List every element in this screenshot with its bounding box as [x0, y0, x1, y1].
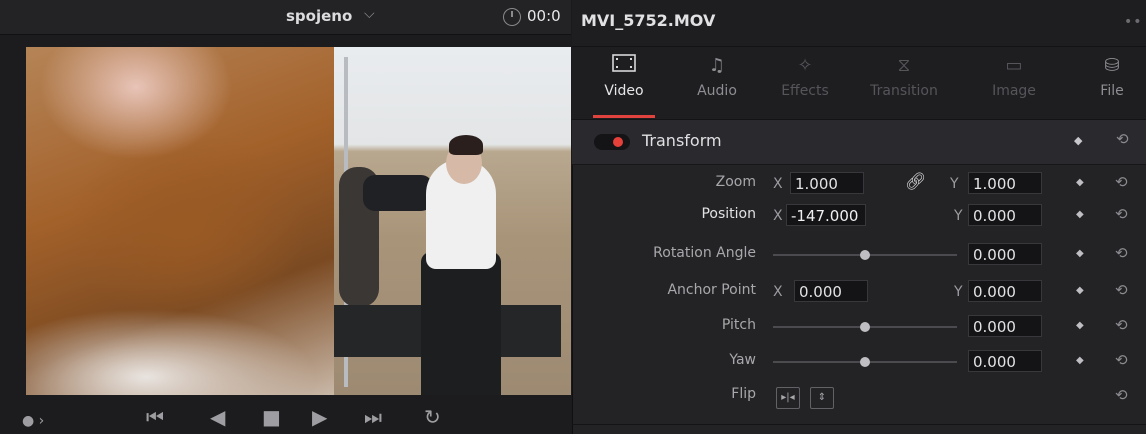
- play-icon[interactable]: ▶: [312, 405, 327, 429]
- link-icon[interactable]: 🔗︎: [905, 172, 927, 192]
- tab-file[interactable]: ⛁ File: [1086, 53, 1138, 99]
- keyframe-diamond-icon[interactable]: ◆: [1076, 209, 1084, 220]
- tab-label: Effects: [781, 83, 829, 99]
- yaw-label: Yaw: [729, 352, 756, 368]
- magic-wand-icon: ✧: [797, 55, 813, 76]
- anchor-y-axis-label: Y: [954, 284, 963, 300]
- tab-label: Audio: [697, 83, 737, 99]
- playhead-dot-icon[interactable]: ● ›: [22, 409, 44, 433]
- tab-effects[interactable]: ✧ Effects: [770, 53, 840, 99]
- tab-image[interactable]: ▭ Image: [979, 53, 1049, 99]
- loop-icon[interactable]: ↻: [424, 405, 441, 429]
- flip-horizontal-button[interactable]: ▸|◂: [776, 387, 800, 409]
- reset-icon[interactable]: ⟲: [1115, 205, 1128, 223]
- timeline-name[interactable]: spojeno: [286, 7, 352, 25]
- music-note-icon: ♫: [708, 55, 726, 76]
- reset-icon[interactable]: ⟲: [1115, 386, 1128, 404]
- frame-hair: [449, 135, 483, 155]
- position-y-axis-label: Y: [954, 208, 963, 224]
- section-divider: [572, 424, 1146, 425]
- jump-to-start-icon[interactable]: ⏮: [146, 405, 164, 429]
- pitch-slider-handle[interactable]: [860, 322, 870, 332]
- clock-icon: [503, 8, 521, 26]
- reset-icon[interactable]: ⟲: [1115, 316, 1128, 334]
- file-icon: ⛁: [1104, 55, 1120, 76]
- yaw-slider-handle[interactable]: [860, 357, 870, 367]
- clip-name: MVI_5752.MOV: [581, 11, 716, 30]
- rotation-angle-field[interactable]: 0.000: [968, 243, 1042, 265]
- anchor-y-field[interactable]: 0.000: [968, 280, 1042, 302]
- frame-dryer: [363, 175, 433, 211]
- zoom-y-field[interactable]: 1.000: [968, 172, 1042, 194]
- tab-label: Video: [604, 83, 644, 99]
- zoom-x-field[interactable]: 1.000: [790, 172, 864, 194]
- zoom-label: Zoom: [715, 174, 756, 190]
- tab-video[interactable]: Video: [589, 53, 659, 99]
- play-reverse-icon[interactable]: ◀: [210, 405, 225, 429]
- rotation-angle-label: Rotation Angle: [653, 245, 756, 261]
- transition-icon: ⧖: [897, 55, 911, 76]
- anchor-x-axis-label: X: [773, 284, 783, 300]
- tab-label: Transition: [870, 83, 938, 99]
- zoom-y-axis-label: Y: [950, 176, 959, 192]
- video-preview: [26, 47, 571, 395]
- keyframe-diamond-icon[interactable]: ◆: [1076, 177, 1084, 188]
- active-tab-indicator: [593, 115, 655, 118]
- keyframe-diamond-icon[interactable]: ◆: [1076, 248, 1084, 259]
- rotation-slider-handle[interactable]: [860, 250, 870, 260]
- position-x-field[interactable]: -147.000: [786, 204, 866, 226]
- position-y-field[interactable]: 0.000: [968, 204, 1042, 226]
- more-options-icon[interactable]: ••: [1124, 14, 1143, 30]
- reset-icon[interactable]: ⟲: [1115, 281, 1128, 299]
- flip-label: Flip: [731, 386, 756, 402]
- position-x-axis-label: X: [773, 208, 783, 224]
- keyframe-diamond-icon[interactable]: ◆: [1076, 285, 1084, 296]
- pitch-label: Pitch: [721, 317, 756, 333]
- transport-bar: [0, 400, 571, 434]
- reset-icon[interactable]: ⟲: [1115, 173, 1128, 191]
- flip-vertical-button[interactable]: ⇕: [810, 387, 834, 409]
- yaw-field[interactable]: 0.000: [968, 350, 1042, 372]
- tab-audio[interactable]: ♫ Audio: [682, 53, 752, 99]
- pitch-field[interactable]: 0.000: [968, 315, 1042, 337]
- tab-transition[interactable]: ⧖ Transition: [869, 53, 939, 99]
- keyframe-diamond-icon[interactable]: ◆: [1074, 134, 1082, 147]
- anchor-point-label: Anchor Point: [667, 282, 756, 298]
- chevron-down-icon[interactable]: ⌵: [364, 6, 375, 22]
- reset-icon[interactable]: ⟲: [1115, 351, 1128, 369]
- keyframe-diamond-icon[interactable]: ◆: [1076, 320, 1084, 331]
- tab-label: File: [1100, 83, 1124, 99]
- tab-label: Image: [992, 83, 1036, 99]
- video-frame-left: [26, 47, 334, 395]
- jump-to-end-icon[interactable]: ⏭: [364, 405, 382, 429]
- transform-title: Transform: [642, 131, 722, 150]
- position-label: Position: [701, 206, 756, 222]
- reset-all-icon[interactable]: ⟲: [1116, 130, 1129, 148]
- reset-icon[interactable]: ⟲: [1115, 244, 1128, 262]
- image-icon: ▭: [1005, 55, 1023, 76]
- zoom-x-axis-label: X: [773, 176, 783, 192]
- transform-enable-toggle[interactable]: [594, 134, 630, 150]
- film-icon: [589, 53, 659, 79]
- frame-apron: [421, 252, 501, 395]
- stop-icon[interactable]: ■: [262, 405, 281, 429]
- anchor-x-field[interactable]: 0.000: [794, 280, 868, 302]
- timecode: 00:0: [527, 7, 561, 25]
- keyframe-diamond-icon[interactable]: ◆: [1076, 355, 1084, 366]
